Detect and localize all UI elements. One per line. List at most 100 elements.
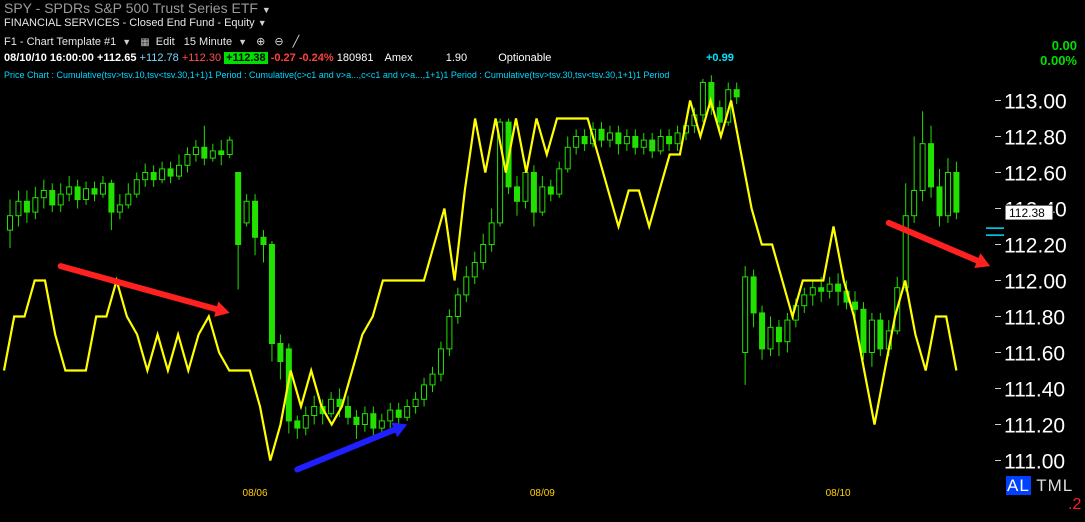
- candle: [606, 125, 613, 148]
- candle-body: [302, 415, 309, 429]
- candle: [733, 82, 740, 105]
- candle-body: [108, 182, 115, 213]
- candle-body: [835, 283, 842, 292]
- candle: [201, 125, 208, 166]
- candle: [66, 176, 73, 202]
- candle-body: [268, 244, 275, 344]
- candle-body: [167, 168, 174, 177]
- candle-body: [125, 193, 132, 206]
- candle: [176, 154, 182, 180]
- candle: [218, 140, 225, 166]
- candle-body: [116, 204, 123, 213]
- candle-body: [91, 188, 98, 195]
- candle-body: [192, 146, 199, 156]
- quote-change-pct: -0.24%: [298, 52, 334, 64]
- candle: [699, 78, 706, 123]
- candle-body: [370, 413, 377, 429]
- candle: [226, 136, 233, 159]
- candle: [911, 136, 918, 223]
- candle: [328, 392, 335, 418]
- right-change-pct: 0.00%: [1040, 53, 1077, 68]
- footer-number: .2: [1068, 496, 1082, 513]
- candle: [877, 312, 884, 357]
- right-change: 0.00: [1051, 38, 1077, 53]
- candle-body: [361, 413, 368, 426]
- candle: [530, 165, 537, 227]
- candle: [311, 395, 318, 425]
- candle: [640, 132, 647, 155]
- interval-select[interactable]: 15 Minute: [184, 36, 232, 48]
- edit-button[interactable]: Edit: [156, 36, 175, 48]
- candle-body: [860, 308, 867, 353]
- candle: [159, 161, 166, 184]
- symbol-label[interactable]: SPY: [4, 0, 32, 16]
- y-tick-label: 111.40: [1004, 379, 1065, 402]
- candle: [91, 181, 98, 202]
- candle: [429, 366, 436, 393]
- candle-body: [911, 190, 918, 217]
- candle-body: [66, 186, 73, 195]
- quote-high: +112.78: [139, 52, 179, 64]
- candle: [826, 276, 833, 299]
- candle-body: [311, 406, 318, 416]
- candle-body: [868, 319, 875, 354]
- candle-body: [488, 222, 495, 245]
- candle-body: [446, 316, 453, 350]
- candle-body: [818, 287, 825, 292]
- chevron-down-icon[interactable]: ▼: [262, 5, 271, 15]
- candle-body: [294, 420, 301, 429]
- candle-body: [928, 143, 935, 188]
- candle-body: [775, 326, 782, 343]
- candle-body: [209, 150, 216, 159]
- candle-body: [666, 136, 673, 145]
- candle-body: [877, 319, 884, 350]
- candle: [860, 302, 867, 360]
- chevron-down-icon[interactable]: ▼: [238, 37, 247, 47]
- candle-body: [201, 146, 208, 159]
- draw-line-icon[interactable]: ╱: [293, 36, 300, 48]
- study-description[interactable]: Price Chart : Cumulative(tsv>tsv.10,tsv<…: [4, 70, 669, 80]
- candle: [15, 190, 22, 227]
- candle: [209, 143, 216, 162]
- candle: [150, 165, 157, 187]
- arrow-shaft: [294, 426, 398, 473]
- al-button[interactable]: AL: [1006, 476, 1031, 495]
- candle-body: [564, 146, 571, 170]
- candle: [581, 129, 588, 151]
- candle-body: [514, 186, 520, 202]
- blue-arrow: [294, 422, 408, 473]
- zoom-out-icon[interactable]: ⊖: [274, 36, 283, 48]
- candle-body: [944, 172, 951, 217]
- chevron-down-icon[interactable]: ▼: [258, 18, 267, 28]
- candle: [361, 406, 368, 432]
- tml-button[interactable]: TML: [1036, 476, 1073, 495]
- candle-body: [83, 188, 90, 200]
- candle: [454, 287, 461, 324]
- candle-body: [581, 136, 588, 145]
- candle: [742, 266, 749, 385]
- candle: [649, 132, 656, 159]
- candle-body: [437, 348, 444, 375]
- chevron-down-icon[interactable]: ▼: [122, 37, 131, 47]
- candle-body: [421, 384, 428, 400]
- candle: [108, 179, 115, 231]
- sector-bar: FINANCIAL SERVICES - Closed End Fund - E…: [4, 17, 267, 29]
- quote-delta: +0.99: [706, 52, 734, 64]
- sector-label[interactable]: FINANCIAL SERVICES - Closed End Fund - E…: [4, 17, 255, 29]
- quote-volume: 180981: [336, 52, 374, 64]
- template-select[interactable]: F1 - Chart Template #1: [4, 36, 116, 48]
- zoom-in-icon[interactable]: ⊕: [256, 36, 265, 48]
- candle-body: [632, 136, 639, 148]
- candle-body: [657, 136, 664, 152]
- candle-body: [404, 406, 411, 418]
- x-tick-label: 08/09: [530, 488, 555, 499]
- candle-body: [522, 172, 529, 202]
- candle: [936, 168, 943, 227]
- candle: [759, 305, 766, 360]
- candle-body: [429, 373, 436, 386]
- y-tick-label: 111.20: [1004, 415, 1065, 438]
- candle-body: [784, 319, 791, 343]
- candle-body: [742, 276, 749, 353]
- candle-body: [733, 89, 740, 98]
- edit-icon[interactable]: ▦: [140, 37, 149, 48]
